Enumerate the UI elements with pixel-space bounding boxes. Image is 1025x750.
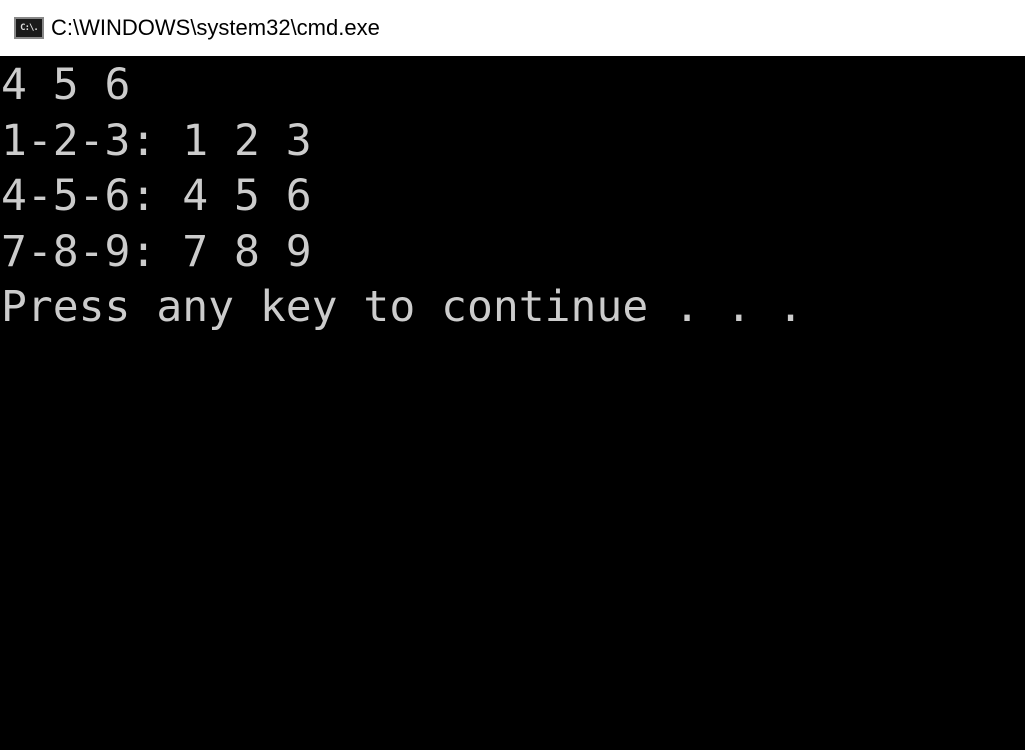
console-prompt-line: Press any key to continue . . . (1, 282, 804, 332)
console-line: 1-2-3: 1 2 3 (1, 115, 312, 166)
cmd-icon: C:\. (14, 17, 44, 39)
title-bar[interactable]: C:\. C:\WINDOWS\system32\cmd.exe (0, 0, 1025, 56)
console-output[interactable]: 4 5 6 1-2-3: 1 2 3 4-5-6: 4 5 6 7-8-9: 7… (0, 58, 1025, 750)
console-line: 4 5 6 (1, 60, 131, 110)
console-line: 4-5-6: 4 5 6 (1, 171, 312, 221)
console-line: 7-8-9: 7 8 9 (1, 226, 312, 277)
window-title: C:\WINDOWS\system32\cmd.exe (51, 15, 380, 40)
